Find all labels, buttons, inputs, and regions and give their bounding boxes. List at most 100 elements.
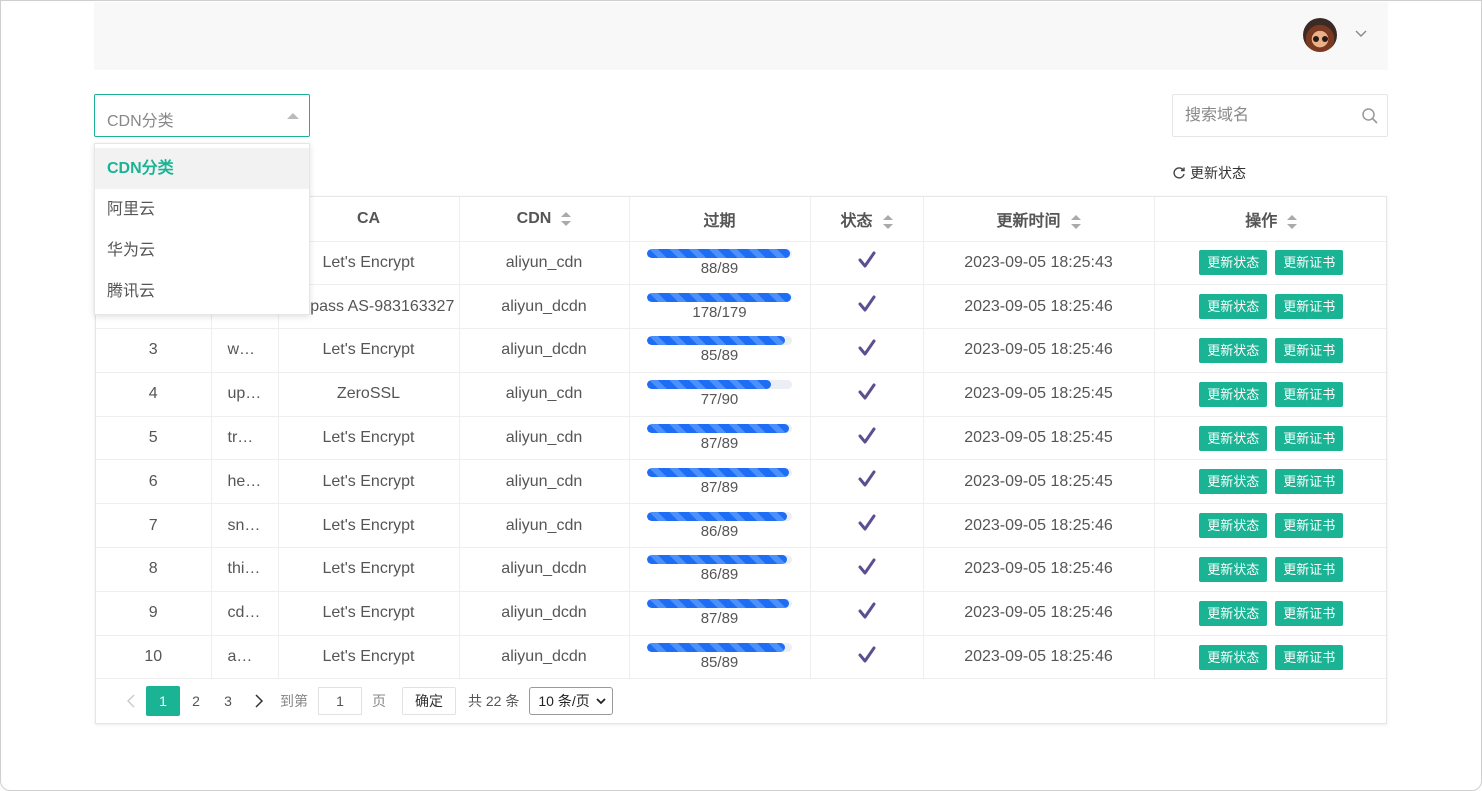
expire-ratio: 85/89: [700, 347, 739, 365]
goto-page-input[interactable]: 1: [318, 687, 362, 715]
cell-domain: tr…: [211, 416, 279, 461]
table-row: 3 w… Let's Encrypt aliyun_dcdn 85/89 2023-09-…: [96, 328, 1388, 373]
update-status-button[interactable]: 更新状态: [1199, 337, 1268, 363]
expire-progress-bar: [647, 599, 792, 609]
cell-cdn: aliyun_cdn: [459, 459, 630, 505]
col-actions[interactable]: 操作: [1154, 197, 1388, 242]
sort-icon[interactable]: [882, 214, 893, 229]
update-status-button[interactable]: 更新状态: [1199, 294, 1268, 320]
cell-status: [810, 591, 924, 636]
update-status-button[interactable]: 更新状态: [1199, 469, 1268, 495]
update-cert-button[interactable]: 更新证书: [1275, 556, 1344, 582]
cell-update-time: 2023-09-05 18:25:45: [923, 459, 1155, 505]
update-status-button[interactable]: 更新状态: [1199, 250, 1268, 276]
sort-icon[interactable]: [1287, 214, 1298, 229]
dropdown-option-huawei[interactable]: 华为云: [95, 230, 309, 271]
chevron-down-icon: [596, 698, 606, 705]
cell-ca: Let's Encrypt: [278, 459, 460, 505]
pagination: 1 2 3 到第 1 页 确定 共 22 条 10 条/页: [96, 679, 1386, 723]
cell-cdn: aliyun_dcdn: [459, 547, 630, 592]
update-cert-button[interactable]: 更新证书: [1275, 644, 1344, 670]
page-2[interactable]: 2: [180, 687, 212, 715]
prev-page-icon[interactable]: [116, 687, 146, 715]
goto-confirm-button[interactable]: 确定: [402, 687, 456, 715]
cell-expire: 85/89: [629, 328, 811, 373]
col-update-time-label: 更新时间: [996, 212, 1061, 230]
update-cert-button[interactable]: 更新证书: [1275, 294, 1344, 320]
cell-expire: 88/89: [629, 241, 811, 286]
cell-index: 9: [96, 591, 212, 636]
sort-icon[interactable]: [561, 211, 572, 226]
update-cert-button[interactable]: 更新证书: [1275, 600, 1344, 626]
cell-expire: 77/90: [629, 372, 811, 417]
cell-domain: he…: [211, 459, 279, 505]
update-cert-button[interactable]: 更新证书: [1275, 513, 1344, 539]
expire-progress-fill: [647, 599, 789, 609]
expire-ratio: 87/89: [700, 610, 739, 628]
cell-actions: 更新状态 更新证书: [1154, 416, 1388, 461]
cell-ca: Let's Encrypt: [278, 328, 460, 373]
cell-expire: 86/89: [629, 503, 811, 549]
user-avatar[interactable]: [1303, 18, 1337, 52]
update-cert-button[interactable]: 更新证书: [1275, 381, 1344, 407]
col-ca-label: CA: [356, 209, 381, 227]
next-page-icon[interactable]: [244, 687, 274, 715]
cell-status: [810, 416, 924, 461]
chevron-down-icon[interactable]: [1354, 26, 1368, 40]
page-1[interactable]: 1: [146, 686, 180, 716]
update-cert-button[interactable]: 更新证书: [1275, 337, 1344, 363]
cell-status: [810, 635, 924, 680]
cell-status: [810, 547, 924, 592]
cell-cdn: aliyun_dcdn: [459, 328, 630, 373]
check-icon: [858, 646, 875, 663]
dropdown-option-cdn[interactable]: CDN分类: [95, 148, 309, 189]
update-status-button[interactable]: 更新状态: [1199, 381, 1268, 407]
update-status-button[interactable]: 更新状态: [1199, 556, 1268, 582]
sort-icon[interactable]: [1070, 214, 1081, 229]
cell-update-time: 2023-09-05 18:25:43: [923, 241, 1155, 286]
cell-status: [810, 459, 924, 505]
col-update-time[interactable]: 更新时间: [923, 197, 1155, 242]
page-3[interactable]: 3: [212, 687, 244, 715]
cdn-category-select[interactable]: CDN分类: [94, 94, 310, 137]
expire-ratio: 86/89: [700, 566, 739, 584]
update-cert-button[interactable]: 更新证书: [1275, 425, 1344, 451]
expire-progress-fill: [647, 555, 788, 565]
update-status-button[interactable]: 更新状态: [1199, 513, 1268, 539]
search-icon[interactable]: [1361, 107, 1379, 125]
col-actions-label: 操作: [1245, 212, 1278, 230]
cell-actions: 更新状态 更新证书: [1154, 503, 1388, 549]
cell-index: 6: [96, 459, 212, 505]
cell-domain: a…: [211, 635, 279, 680]
table-row: 8 thi… Let's Encrypt aliyun_dcdn 86/89 2023-0…: [96, 547, 1388, 592]
cell-index: 10: [96, 635, 212, 680]
search-input[interactable]: [1185, 105, 1355, 127]
col-status[interactable]: 状态: [810, 197, 924, 242]
dropdown-option-aliyun[interactable]: 阿里云: [95, 189, 309, 230]
update-status-button[interactable]: 更新状态: [1199, 644, 1268, 670]
cell-domain: sn…: [211, 503, 279, 549]
cell-cdn: aliyun_dcdn: [459, 635, 630, 680]
page-size-select[interactable]: 10 条/页: [529, 687, 613, 715]
update-status-button[interactable]: 更新状态: [1199, 425, 1268, 451]
update-cert-button[interactable]: 更新证书: [1275, 469, 1344, 495]
check-icon: [858, 514, 875, 531]
col-expire-label: 过期: [703, 212, 736, 230]
cell-update-time: 2023-09-05 18:25:46: [923, 328, 1155, 373]
cell-domain: up…: [211, 372, 279, 417]
cell-index: 4: [96, 372, 212, 417]
col-cdn[interactable]: CDN: [459, 197, 630, 242]
check-icon: [858, 251, 875, 268]
col-cdn-label: CDN: [516, 209, 552, 227]
update-status-button[interactable]: 更新状态: [1199, 600, 1268, 626]
refresh-status-link[interactable]: 更新状态: [1172, 163, 1246, 183]
cell-cdn: aliyun_dcdn: [459, 284, 630, 330]
dropdown-option-tencent[interactable]: 腾讯云: [95, 271, 309, 312]
update-cert-button[interactable]: 更新证书: [1275, 250, 1344, 276]
cell-cdn: aliyun_dcdn: [459, 591, 630, 636]
cell-update-time: 2023-09-05 18:25:46: [923, 547, 1155, 592]
cell-actions: 更新状态 更新证书: [1154, 591, 1388, 636]
page-size-value: 10 条/页: [538, 693, 590, 709]
page-unit-label: 页: [372, 693, 386, 709]
refresh-label: 更新状态: [1190, 165, 1246, 181]
